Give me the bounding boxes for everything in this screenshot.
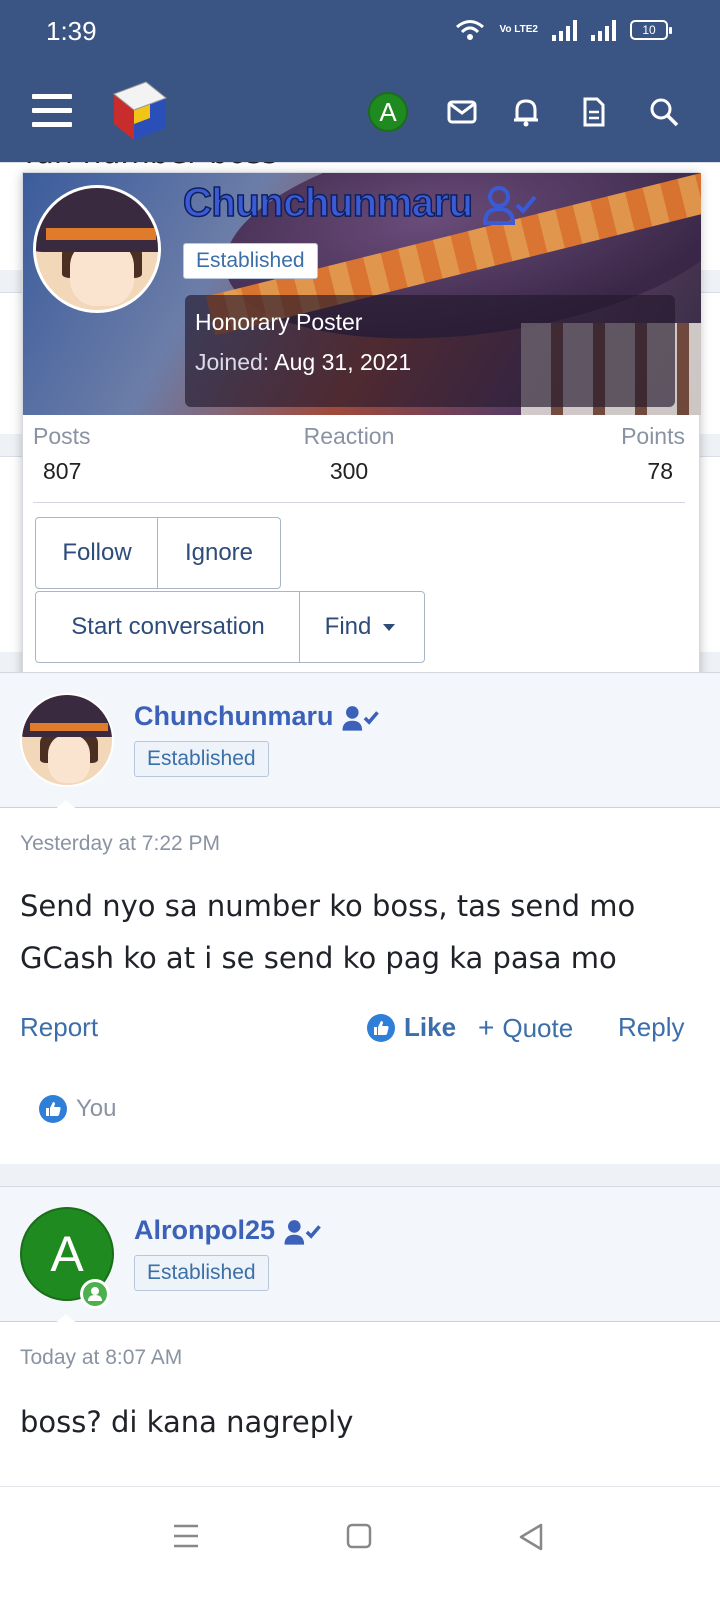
post-author-block: Chunchunmaru Established [0,672,720,808]
user-banner-badge: Established [134,741,269,777]
member-tooltip-card: Chunchunmaru Established Honorary Poster… [22,172,701,690]
document-icon[interactable] [572,90,616,134]
verified-user-icon [483,186,537,226]
thumbs-up-icon [367,1013,395,1042]
profile-avatar[interactable] [33,185,161,313]
stat-label: Points [621,423,685,449]
post-body: Today at 8:07 AM boss? di kana nagreply [0,1322,720,1486]
system-nav-bar [0,1486,720,1600]
like-button[interactable]: Like [366,1012,456,1043]
stat-value: 78 [647,458,673,484]
post-date[interactable]: Yesterday at 7:22 PM [20,832,220,856]
member-stats: Posts 807 Reaction 300 Points 78 [33,423,685,503]
user-title: Honorary Poster [195,309,363,335]
post-username-text[interactable]: Chunchunmaru [134,701,334,731]
find-label: Find [324,613,372,640]
thumbs-up-icon [39,1095,67,1123]
online-status-icon [80,1279,110,1309]
profile-username-text[interactable]: Chunchunmaru [182,180,474,226]
site-logo[interactable] [106,78,172,144]
stat-posts[interactable]: Posts 807 [33,423,91,485]
profile-username[interactable]: Chunchunmaru [182,180,537,226]
post-username[interactable]: Chunchunmaru [134,701,379,732]
recent-apps-icon[interactable] [172,1523,200,1549]
stat-points[interactable]: Points 78 [621,423,685,485]
joined-info: Joined: Aug 31, 2021 [195,349,411,376]
ignore-button[interactable]: Ignore [157,517,281,589]
post-avatar[interactable] [20,693,114,787]
find-dropdown[interactable]: Find [299,591,425,663]
reactions-user: You [76,1095,117,1122]
wifi-icon [456,20,485,40]
quote-label: Quote [502,1012,574,1043]
joined-date: Aug 31, 2021 [274,349,412,375]
user-banner-badge: Established [183,243,318,279]
like-label: Like [404,1012,457,1042]
verified-user-icon [284,1219,321,1245]
menu-icon[interactable] [32,94,72,128]
joined-label: Joined: [195,349,270,375]
bell-icon[interactable] [504,90,548,134]
reply-button[interactable]: Reply [618,1012,684,1043]
verified-user-icon [342,705,379,731]
back-icon[interactable] [518,1523,544,1551]
home-icon[interactable] [346,1523,372,1549]
inbox-icon[interactable] [440,90,484,134]
stat-label: Posts [33,423,91,449]
volte-indicator: Vo LTE2 [499,24,538,35]
signal-icon [591,19,616,41]
report-link[interactable]: Report [20,1012,98,1043]
follow-button[interactable]: Follow [35,517,159,589]
quote-button[interactable]: + Quote [478,1012,573,1044]
status-time: 1:39 [46,16,97,46]
account-avatar[interactable]: A [368,92,408,132]
search-icon[interactable] [642,90,686,134]
signal-icon [552,19,577,41]
battery-icon: 10 [630,20,672,40]
stat-label: Reaction [303,423,395,449]
stat-value: 807 [43,458,82,484]
post-author-block: A Alronpol25 Established [0,1186,720,1322]
stat-reaction[interactable]: Reaction 300 [297,423,401,485]
app-header: A [0,64,720,162]
plus-icon: + [478,1012,495,1043]
status-bar: 1:39 Vo LTE2 10 [0,0,720,64]
post-date[interactable]: Today at 8:07 AM [20,1346,182,1370]
post-username[interactable]: Alronpol25 [134,1215,321,1246]
caret-down-icon [383,624,396,631]
status-icons: Vo LTE2 10 [455,18,672,42]
reactions-summary[interactable]: You [38,1094,117,1124]
post-message: Send nyo sa number ko boss, tas send mo … [20,889,636,975]
start-conversation-button[interactable]: Start conversation [35,591,301,663]
profile-banner: Chunchunmaru Established Honorary Poster… [23,173,701,415]
post-body: Yesterday at 7:22 PM Send nyo sa number … [0,808,720,1164]
post-message: boss? di kana nagreply [20,1405,354,1439]
user-banner-badge: Established [134,1255,269,1291]
post-username-text[interactable]: Alronpol25 [134,1215,275,1245]
stat-value: 300 [329,458,369,484]
